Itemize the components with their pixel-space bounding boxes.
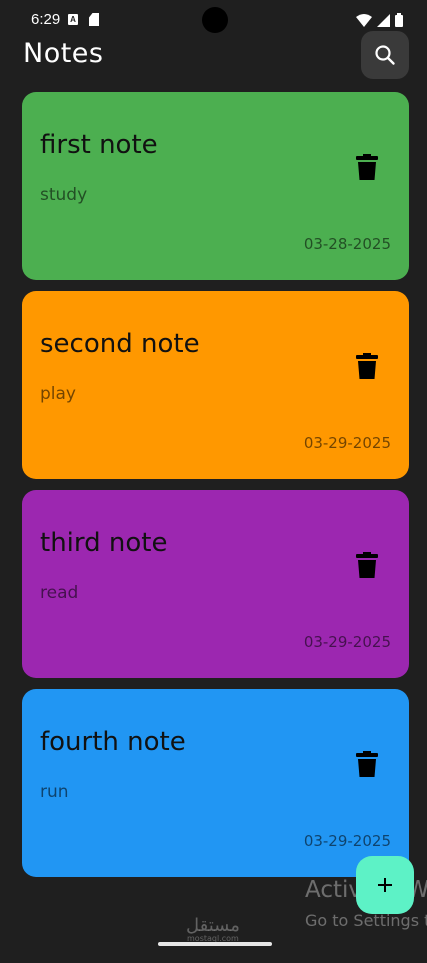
signal-icon (377, 13, 390, 27)
notification-a-icon: A (68, 14, 78, 25)
note-content: study (40, 185, 88, 205)
home-indicator[interactable] (158, 942, 272, 946)
delete-button[interactable] (352, 351, 382, 381)
status-time: 6:29 (31, 11, 61, 28)
delete-button[interactable] (352, 749, 382, 779)
trash-icon (356, 353, 378, 379)
note-date: 03-29-2025 (303, 633, 391, 651)
delete-button[interactable] (352, 550, 382, 580)
note-date: 03-29-2025 (303, 434, 391, 452)
status-bar: 6:29 A (0, 0, 427, 40)
note-content: play (40, 384, 76, 404)
delete-button[interactable] (352, 152, 382, 182)
search-icon (375, 45, 395, 65)
note-title: third note (40, 528, 168, 558)
trash-icon (356, 552, 378, 578)
watermark-text: مستقل (186, 915, 240, 936)
plus-icon (378, 878, 392, 892)
trash-icon (356, 751, 378, 777)
note-card[interactable]: second note play 03-29-2025 (22, 291, 409, 479)
activate-windows-subtitle: Go to Settings t (305, 911, 427, 930)
note-card[interactable]: third note read 03-29-2025 (22, 490, 409, 678)
note-title: first note (40, 130, 158, 160)
watermark: مستقل mostaql.com (186, 917, 240, 943)
sd-card-icon (89, 13, 99, 26)
note-content: run (40, 782, 69, 802)
status-icons (356, 12, 403, 28)
search-button[interactable] (361, 31, 409, 79)
camera-cutout (202, 7, 228, 33)
page-title: Notes (23, 38, 104, 69)
note-date: 03-28-2025 (303, 235, 391, 253)
add-note-button[interactable] (356, 856, 414, 914)
battery-icon (395, 13, 403, 27)
note-content: read (40, 583, 79, 603)
note-title: fourth note (40, 727, 186, 757)
note-title: second note (40, 329, 200, 359)
note-date: 03-29-2025 (303, 832, 391, 850)
note-card[interactable]: fourth note run 03-29-2025 (22, 689, 409, 877)
note-card[interactable]: first note study 03-28-2025 (22, 92, 409, 280)
trash-icon (356, 154, 378, 180)
wifi-icon (356, 13, 372, 27)
